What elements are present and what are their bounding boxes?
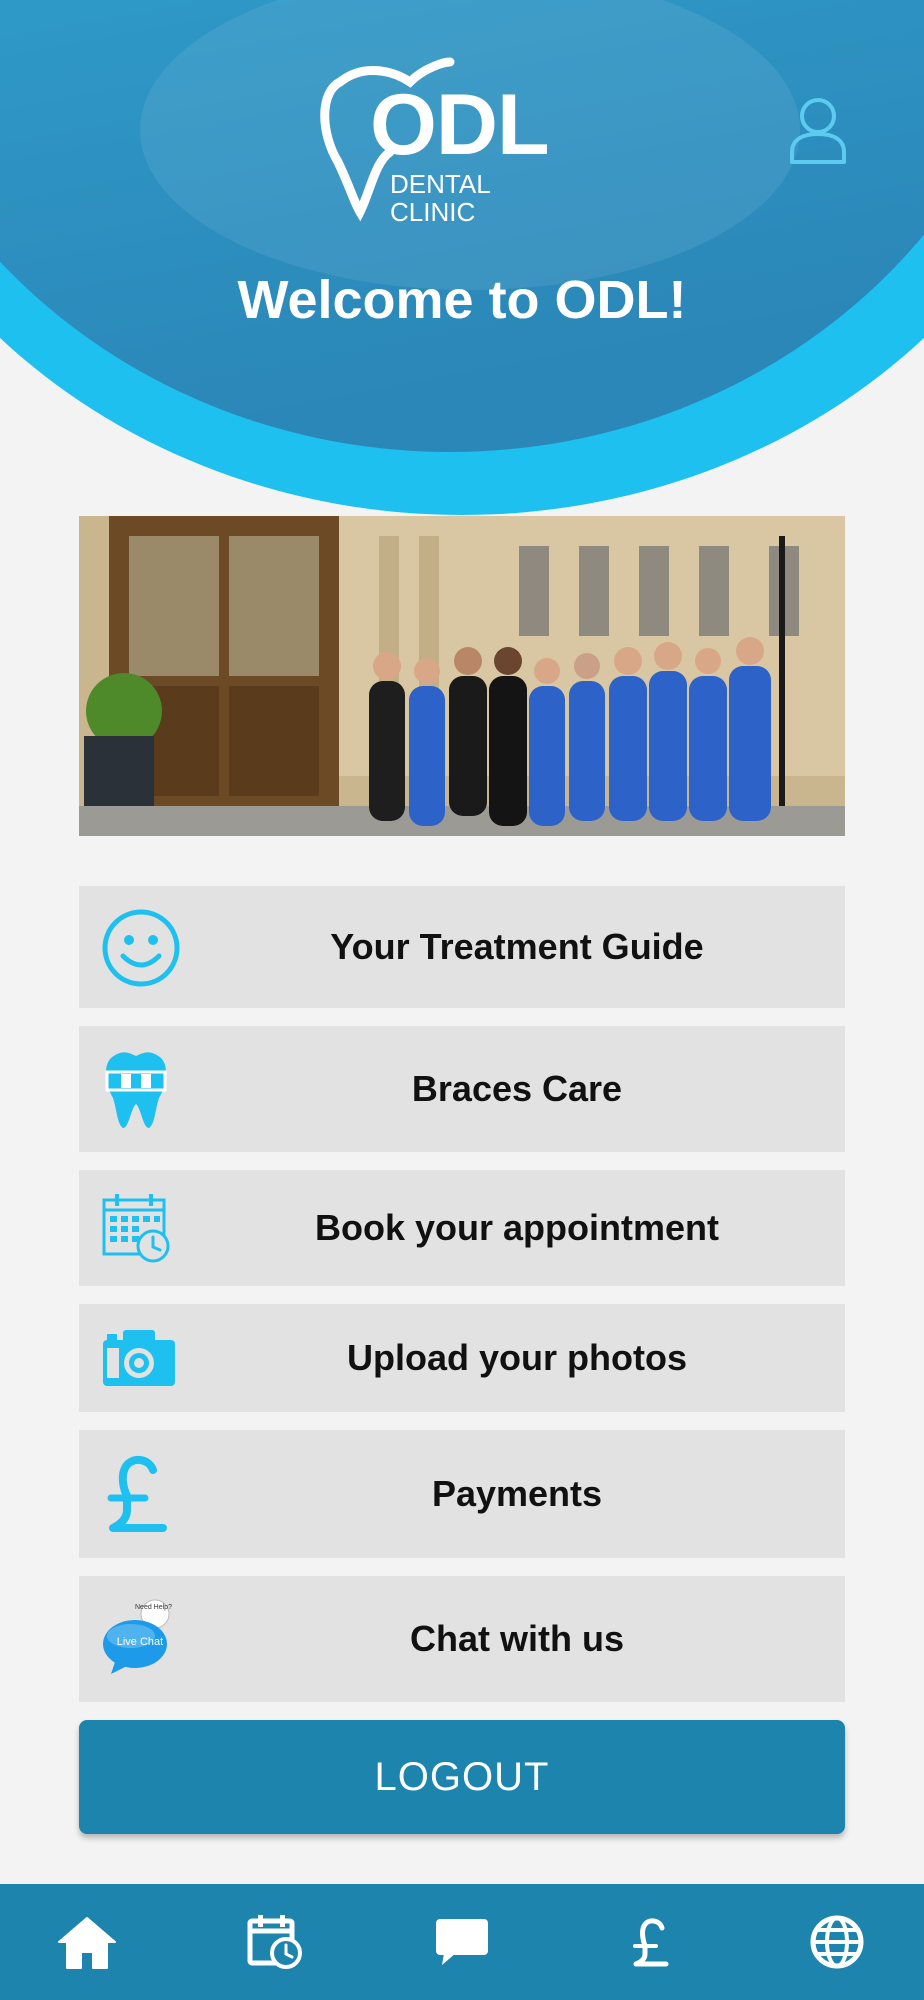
chat-badge-top-text: Need Help? <box>135 1604 172 1611</box>
camera-icon <box>101 1326 177 1390</box>
nav-home[interactable] <box>27 1884 147 2000</box>
menu-payments[interactable]: Payments <box>79 1430 845 1558</box>
clinic-team-photo <box>79 516 845 836</box>
menu-label: Your Treatment Guide <box>330 926 704 967</box>
live-chat-icon: Need Help? Live Chat <box>101 1598 177 1678</box>
menu-label: Payments <box>431 1473 603 1514</box>
nav-payments[interactable] <box>590 1884 710 2000</box>
menu-braces-care[interactable]: Braces Care <box>79 1026 845 1152</box>
calendar-clock-icon <box>247 1915 302 1969</box>
globe-icon <box>810 1915 864 1969</box>
logo-wordmark: ODL <box>370 77 550 173</box>
menu-label: Braces Care <box>411 1068 623 1109</box>
menu-label: Upload your photos <box>347 1337 687 1378</box>
logout-button[interactable]: LOGOUT <box>79 1720 845 1834</box>
menu-treatment-guide[interactable]: Your Treatment Guide <box>79 886 845 1008</box>
calendar-clock-icon <box>101 1192 173 1264</box>
menu-label: Book your appointment <box>315 1207 719 1248</box>
chat-bubble-icon <box>436 1919 488 1965</box>
pound-sign-icon <box>101 1452 171 1536</box>
menu-book-appointment[interactable]: Book your appointment <box>79 1170 845 1286</box>
smiley-face-icon <box>101 908 181 988</box>
pound-sign-icon <box>633 1918 669 1967</box>
nav-website[interactable] <box>777 1884 897 2000</box>
menu-upload-photos[interactable]: Upload your photos <box>79 1304 845 1412</box>
logo-subtitle: DENTAL CLINIC <box>390 169 490 227</box>
menu-chat-with-us[interactable]: Need Help? Live Chat Chat with us <box>79 1576 845 1702</box>
menu-label: Chat with us <box>410 1618 624 1659</box>
chat-badge-text: Live Chat <box>116 1636 164 1648</box>
nav-chat[interactable] <box>402 1884 522 2000</box>
app-header: ODL DENTAL CLINIC Welcome to ODL! <box>0 0 924 520</box>
user-profile-icon[interactable] <box>788 96 848 166</box>
home-icon <box>58 1917 116 1969</box>
tooth-braces-icon <box>101 1048 171 1130</box>
odl-logo: ODL DENTAL CLINIC <box>310 42 570 226</box>
nav-appointments[interactable] <box>215 1884 335 2000</box>
welcome-title: Welcome to ODL! <box>237 270 687 330</box>
bottom-navigation <box>0 1884 924 2000</box>
